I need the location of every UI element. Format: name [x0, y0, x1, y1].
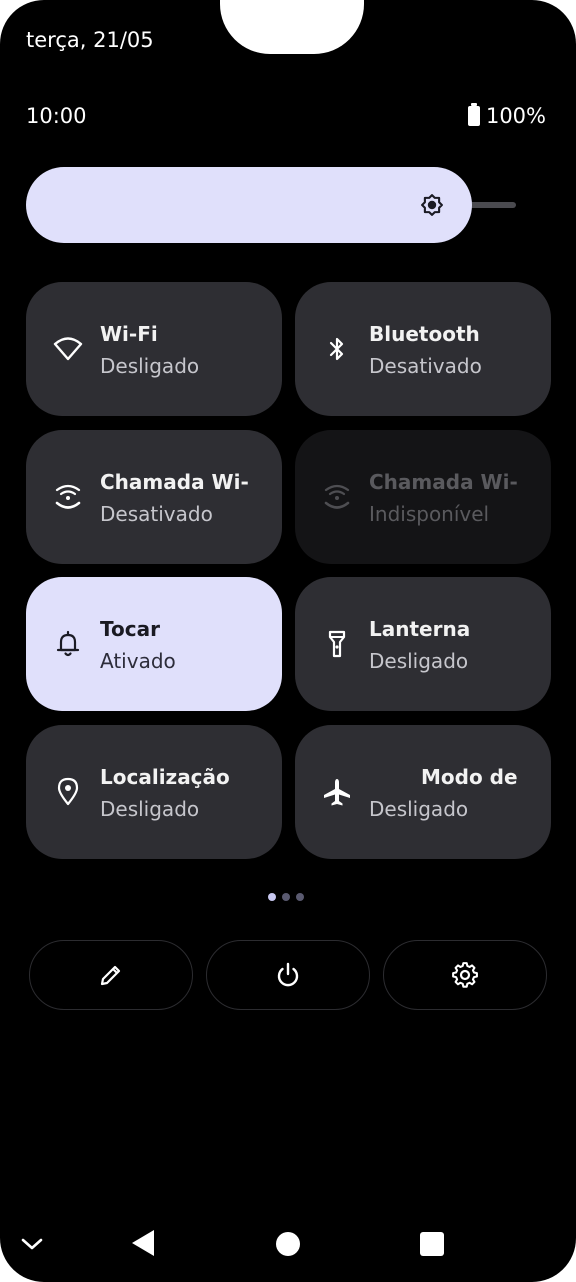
tile-state: Desativado	[100, 502, 213, 526]
edit-button[interactable]	[29, 940, 193, 1010]
back-icon	[132, 1230, 154, 1256]
navigation-bar	[0, 1210, 576, 1282]
brightness-icon	[421, 194, 443, 216]
pencil-icon	[100, 965, 121, 986]
page-dot	[268, 893, 276, 901]
page-dot	[282, 893, 290, 901]
date-label[interactable]: terça, 21/05	[26, 28, 154, 52]
tile-label: Tocar	[100, 617, 160, 641]
tile-flashlight[interactable]: Lanterna Desligado	[295, 577, 551, 711]
power-button[interactable]	[206, 940, 370, 1010]
tile-label: Wi-Fi	[100, 322, 158, 346]
wifi-calling-icon	[52, 481, 84, 513]
home-icon	[276, 1232, 300, 1256]
tile-wifi[interactable]: Wi-Fi Desligado	[26, 282, 282, 416]
chevron-down-icon	[21, 1238, 43, 1250]
tile-bluetooth[interactable]: Bluetooth Desativado	[295, 282, 551, 416]
tile-state: Desligado	[100, 797, 200, 821]
battery-indicator: 100%	[467, 103, 546, 128]
tile-label: Lanterna	[369, 617, 471, 641]
gear-icon	[452, 962, 478, 988]
tile-wifi-calling[interactable]: Chamada Wi-Fi Desativado	[26, 430, 282, 564]
location-pin-icon	[52, 776, 84, 808]
collapse-button[interactable]	[18, 1230, 46, 1258]
tile-location[interactable]: Localização Desligado	[26, 725, 282, 859]
airplane-icon	[321, 776, 353, 808]
display-notch	[220, 0, 364, 54]
tile-state: Ativado	[100, 649, 176, 673]
quick-settings-panel: terça, 21/05 10:00 100% Wi-Fi Desligado …	[0, 0, 576, 1282]
recents-button[interactable]	[418, 1230, 446, 1258]
battery-percent: 100%	[485, 104, 546, 128]
bell-icon	[52, 628, 84, 660]
tile-state: Desligado	[369, 797, 469, 821]
tile-state: Indisponível	[369, 502, 490, 526]
power-icon	[277, 962, 299, 987]
tile-label: Chamada Wi-Fi	[369, 470, 519, 494]
tile-label: Localização	[100, 765, 230, 789]
tile-label: Chamada Wi-Fi	[100, 470, 250, 494]
home-button[interactable]	[274, 1230, 302, 1258]
wifi-icon	[52, 333, 84, 365]
recents-icon	[420, 1232, 444, 1256]
page-indicator	[268, 893, 304, 901]
tile-ring[interactable]: Tocar Ativado	[26, 577, 282, 711]
tile-wifi-calling-unavailable[interactable]: Chamada Wi-Fi Indisponível	[295, 430, 551, 564]
clock: 10:00	[26, 104, 87, 128]
bluetooth-icon	[321, 333, 353, 365]
tile-state: Desativado	[369, 354, 482, 378]
tile-label: Bluetooth	[369, 322, 480, 346]
wifi-calling-icon	[321, 481, 353, 513]
settings-button[interactable]	[383, 940, 547, 1010]
tile-label: Modo de	[421, 765, 518, 789]
brightness-fill[interactable]	[26, 167, 472, 243]
back-button[interactable]	[128, 1228, 158, 1258]
tile-state: Desligado	[369, 649, 469, 673]
brightness-slider[interactable]	[26, 167, 516, 243]
page-dot	[296, 893, 304, 901]
tile-airplane-mode[interactable]: Modo de Desligado	[295, 725, 551, 859]
battery-icon	[467, 103, 480, 126]
flashlight-icon	[321, 628, 353, 660]
tile-state: Desligado	[100, 354, 200, 378]
